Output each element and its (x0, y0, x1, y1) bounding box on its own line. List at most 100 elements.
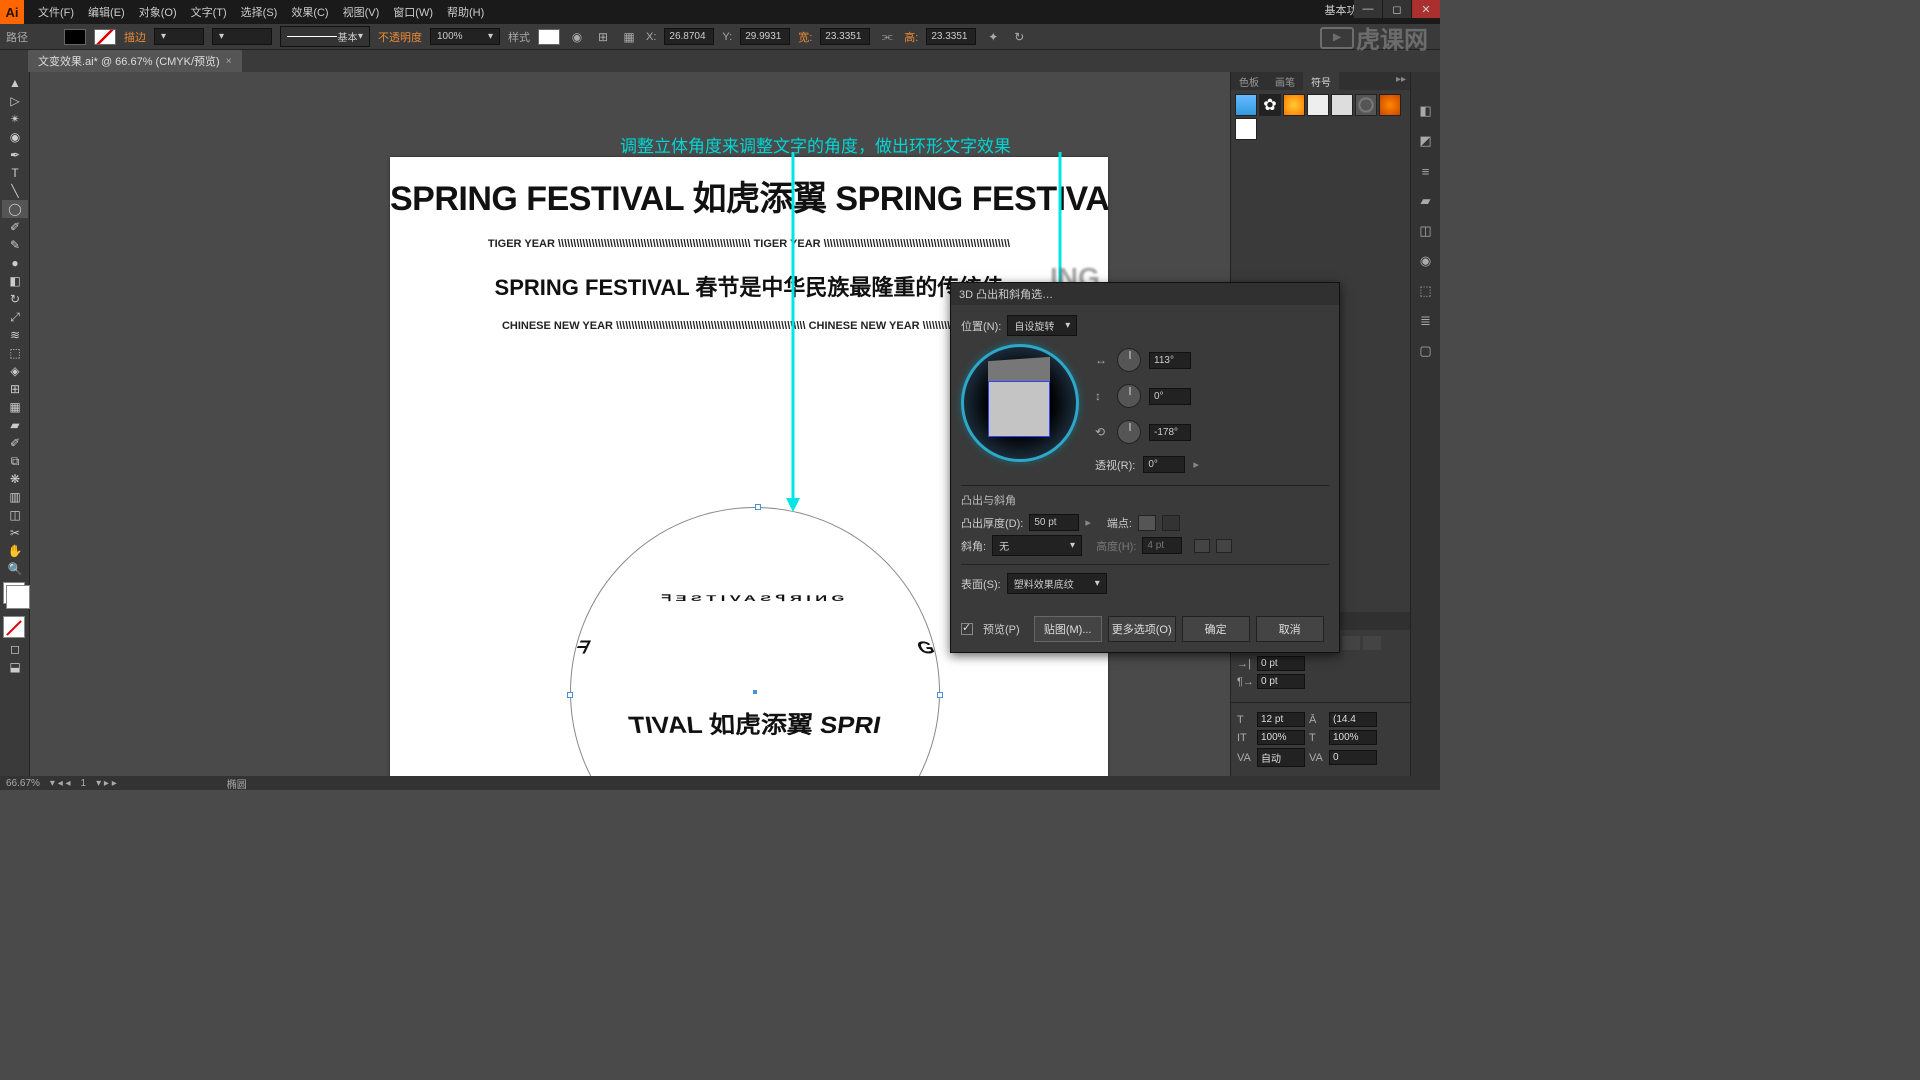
extra2-icon[interactable]: ↻ (1010, 28, 1028, 46)
more-options-button[interactable]: 更多选项(O) (1108, 616, 1176, 642)
mesh-tool[interactable]: ▦ (2, 398, 28, 416)
link-wh-icon[interactable]: ⫘ (878, 28, 896, 46)
h-field[interactable]: 23.3351 (926, 28, 976, 45)
kerning-field[interactable]: 自动 (1257, 748, 1305, 767)
lasso-tool[interactable]: ◉ (2, 128, 28, 146)
panel-tab-symbols[interactable]: 符号 (1303, 72, 1339, 90)
symbol-sprayer-tool[interactable]: ❋ (2, 470, 28, 488)
stroke-swatch[interactable] (94, 29, 116, 45)
strip-gradient-icon[interactable]: ▰ (1415, 190, 1437, 212)
leading-field[interactable]: (14.4 (1329, 712, 1377, 727)
menu-edit[interactable]: 编辑(E) (82, 0, 131, 24)
zoom-tool[interactable]: 🔍 (2, 560, 28, 578)
pen-tool[interactable]: ✒ (2, 146, 28, 164)
trackball[interactable] (961, 344, 1079, 462)
menu-type[interactable]: 文字(T) (185, 0, 233, 24)
symbol-swatch[interactable] (1331, 94, 1353, 116)
preview-checkbox[interactable] (961, 623, 973, 635)
cap-off-icon[interactable] (1162, 515, 1180, 531)
blend-tool[interactable]: ⧉ (2, 452, 28, 470)
direct-selection-tool[interactable]: ▷ (2, 92, 28, 110)
menu-help[interactable]: 帮助(H) (441, 0, 490, 24)
selection-tool[interactable]: ▲ (2, 74, 28, 92)
z-dial[interactable] (1117, 420, 1141, 444)
fill-swatch[interactable] (64, 29, 86, 45)
document-tab[interactable]: 文变效果.ai* @ 66.67% (CMYK/预览)× (28, 50, 242, 72)
column-graph-tool[interactable]: ▥ (2, 488, 28, 506)
hand-tool[interactable]: ✋ (2, 542, 28, 560)
perspective-grid-tool[interactable]: ⊞ (2, 380, 28, 398)
fill-stroke-indicator[interactable] (3, 582, 25, 604)
w-field[interactable]: 23.3351 (820, 28, 870, 45)
strip-artboards-icon[interactable]: ▢ (1415, 340, 1437, 362)
y-dial[interactable] (1117, 384, 1141, 408)
scale-tool[interactable]: ⤢ (2, 308, 28, 326)
style-swatch[interactable] (538, 29, 560, 45)
recolor-icon[interactable]: ◉ (568, 28, 586, 46)
cancel-button[interactable]: 取消 (1256, 616, 1324, 642)
eyedropper-tool[interactable]: ✐ (2, 434, 28, 452)
bevel-out-icon[interactable] (1216, 539, 1232, 553)
width-tool[interactable]: ≋ (2, 326, 28, 344)
blob-brush-tool[interactable]: ● (2, 254, 28, 272)
strip-transparency-icon[interactable]: ◫ (1415, 220, 1437, 242)
symbol-swatch[interactable]: ✿ (1259, 94, 1281, 116)
gradient-tool[interactable]: ▰ (2, 416, 28, 434)
opacity-select[interactable]: 100%▾ (430, 28, 500, 45)
menu-view[interactable]: 视图(V) (337, 0, 386, 24)
menu-select[interactable]: 选择(S) (235, 0, 284, 24)
v-scale-field[interactable]: 100% (1257, 730, 1305, 745)
indent-left-field[interactable]: 0 pt (1257, 656, 1305, 671)
rotate-tool[interactable]: ↻ (2, 290, 28, 308)
x-field[interactable]: 26.8704 (664, 28, 714, 45)
screen-mode-tool[interactable]: ◻ (2, 640, 28, 658)
symbol-swatch[interactable] (1307, 94, 1329, 116)
h-scale-field[interactable]: 100% (1329, 730, 1377, 745)
eraser-tool[interactable]: ◧ (2, 272, 28, 290)
position-select[interactable]: 自设旋转▾ (1007, 315, 1077, 336)
ellipse-tool[interactable]: ◯ (2, 200, 28, 218)
zoom-level[interactable]: 66.67% (6, 778, 40, 789)
x-dial[interactable] (1117, 348, 1141, 372)
close-button[interactable]: ✕ (1412, 0, 1440, 18)
align-icon[interactable]: ⊞ (594, 28, 612, 46)
transform-icon[interactable]: ▦ (620, 28, 638, 46)
justify-all-icon[interactable] (1363, 636, 1381, 650)
panel-tab-swatches[interactable]: 色板 (1231, 72, 1267, 90)
y-field[interactable]: 29.9931 (740, 28, 790, 45)
magic-wand-tool[interactable]: ✴ (2, 110, 28, 128)
menu-effect[interactable]: 效果(C) (285, 0, 334, 24)
dialog-title-bar[interactable]: 3D 凸出和斜角选… (951, 283, 1339, 305)
bevel-select[interactable]: 无▾ (992, 535, 1082, 556)
strip-appearance-icon[interactable]: ◉ (1415, 250, 1437, 272)
panel-tab-brushes[interactable]: 画笔 (1267, 72, 1303, 90)
maximize-button[interactable]: ◻ (1383, 0, 1411, 18)
menu-object[interactable]: 对象(O) (133, 0, 183, 24)
strip-layers-icon[interactable]: ≣ (1415, 310, 1437, 332)
panel-expand-icon[interactable]: ▸▸ (1392, 72, 1410, 90)
no-fill-indicator[interactable] (3, 616, 25, 638)
symbol-swatch[interactable] (1379, 94, 1401, 116)
minimize-button[interactable]: — (1354, 0, 1382, 18)
x-angle-field[interactable]: 113° (1149, 352, 1191, 369)
menu-window[interactable]: 窗口(W) (387, 0, 439, 24)
shape-builder-tool[interactable]: ◈ (2, 362, 28, 380)
menu-file[interactable]: 文件(F) (32, 0, 80, 24)
symbol-swatch[interactable] (1283, 94, 1305, 116)
y-angle-field[interactable]: 0° (1149, 388, 1191, 405)
symbol-swatch[interactable] (1235, 94, 1257, 116)
artboard-tool[interactable]: ◫ (2, 506, 28, 524)
brush-select[interactable]: 基本 ▾ (280, 26, 370, 47)
close-tab-icon[interactable]: × (226, 56, 232, 67)
change-screen-tool[interactable]: ⬓ (2, 658, 28, 676)
symbol-swatch[interactable] (1355, 94, 1377, 116)
strip-graphic-styles-icon[interactable]: ⬚ (1415, 280, 1437, 302)
surface-select[interactable]: 塑料效果底纹▾ (1007, 573, 1107, 594)
tracking-field[interactable]: 0 (1329, 750, 1377, 765)
extra1-icon[interactable]: ✦ (984, 28, 1002, 46)
slice-tool[interactable]: ✂ (2, 524, 28, 542)
strip-stroke-icon[interactable]: ≡ (1415, 160, 1437, 182)
pencil-tool[interactable]: ✎ (2, 236, 28, 254)
depth-field[interactable]: 50 pt (1029, 514, 1079, 531)
artboard-number[interactable]: 1 (81, 778, 87, 789)
